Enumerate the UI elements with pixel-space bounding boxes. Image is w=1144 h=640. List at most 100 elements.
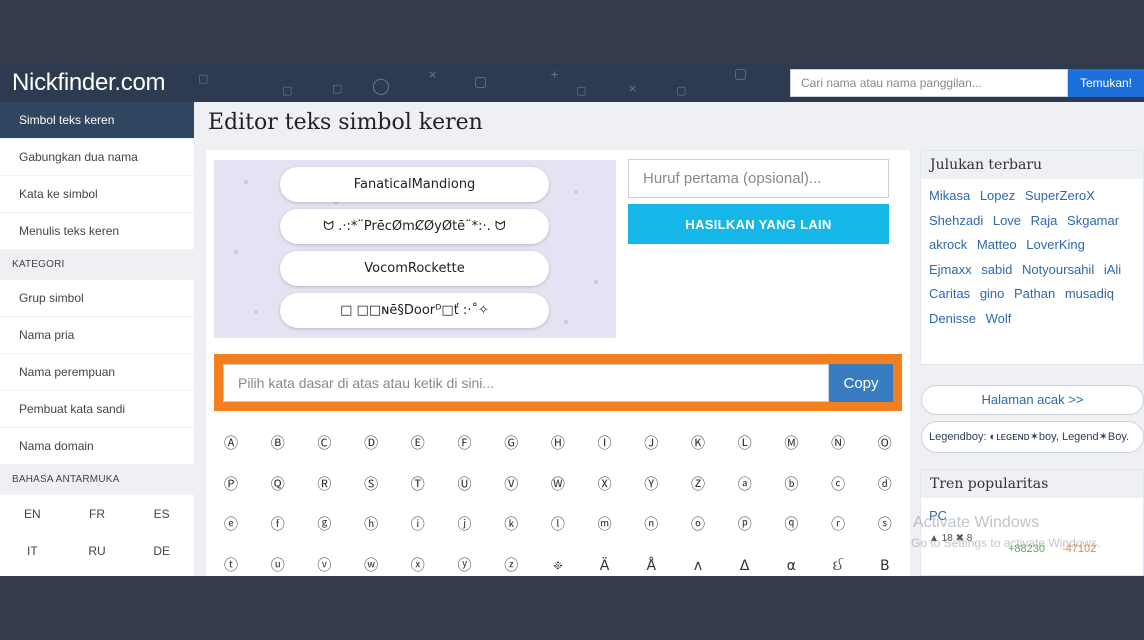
symbol-button[interactable]: ⓞ [675,505,721,545]
symbol-button[interactable]: Ⓩ [675,465,721,505]
symbol-button[interactable]: ⓡ [815,505,861,545]
copy-button[interactable]: Copy [829,364,893,402]
symbol-button[interactable]: Ⓤ [442,465,488,505]
symbol-button[interactable]: Ⓛ [722,424,768,464]
language-link-fr[interactable]: FR [65,507,130,521]
symbol-button[interactable]: Ⓑ [255,424,301,464]
symbol-button[interactable]: Ⓗ [535,424,581,464]
recent-nick-link[interactable]: Raja [1031,213,1058,228]
recent-nick-link[interactable]: iAli [1104,262,1121,277]
language-link-es[interactable]: ES [129,507,194,521]
sidebar-item-combine-names[interactable]: Gabungkan dua nama [0,139,194,176]
symbol-button[interactable]: Β [862,546,908,577]
recent-nick-link[interactable]: Matteo [977,237,1017,252]
symbol-button[interactable]: ⓤ [255,546,301,577]
symbol-button[interactable]: ⓠ [768,505,814,545]
sidebar-item-female-names[interactable]: Nama perempuan [0,354,194,391]
recent-nick-link[interactable]: akrock [929,237,967,252]
symbol-button[interactable]: Ⓣ [395,465,441,505]
symbol-button[interactable]: ⓓ [862,465,908,505]
recent-nick-link[interactable]: SuperZeroX [1025,188,1095,203]
symbol-button[interactable]: Ⓦ [535,465,581,505]
symbol-button[interactable]: ⓔ [208,505,254,545]
text-editor-input[interactable]: Pilih kata dasar di atas atau ketik di s… [223,364,829,402]
symbol-button[interactable]: ⓖ [301,505,347,545]
recent-nick-link[interactable]: Skgamar [1067,213,1119,228]
symbol-button[interactable]: Ⓕ [442,424,488,464]
search-button[interactable]: Temukan! [1068,69,1144,97]
recent-nick-link[interactable]: Wolf [986,311,1012,326]
generated-nick-option[interactable]: VocomRockette [280,251,549,286]
symbol-button[interactable]: ⓑ [768,465,814,505]
featured-nick-button[interactable]: Legendboy: ◐ʟᴇɢᴇɴᴅ✶boy, Legend✶Boy. [921,421,1144,453]
recent-nick-link[interactable]: Love [993,213,1021,228]
symbol-button[interactable]: Ⓠ [255,465,301,505]
generated-nick-option[interactable]: ᗢ .·:*¨PrēcØmȻØyØtē¨*:·. ᗢ [280,209,549,244]
sidebar-item-symbol-groups[interactable]: Grup simbol [0,280,194,317]
symbol-button[interactable]: ʌ [675,546,721,577]
random-page-button[interactable]: Halaman acak >> [921,385,1144,415]
symbol-button[interactable]: ⓥ [301,546,347,577]
symbol-button[interactable]: Ⓐ [208,424,254,464]
sidebar-item-password-generator[interactable]: Pembuat kata sandi [0,391,194,428]
symbol-button[interactable]: Ⓙ [628,424,674,464]
recent-nick-link[interactable]: Lopez [980,188,1015,203]
generated-nick-option[interactable]: FanaticalMandiong [280,167,549,202]
sidebar-item-cool-symbols[interactable]: Simbol teks keren [0,102,194,139]
symbol-button[interactable]: ⓦ [348,546,394,577]
symbol-button[interactable]: ⓚ [488,505,534,545]
symbol-button[interactable]: Ⓒ [301,424,347,464]
site-logo[interactable]: Nickfinder.com [12,69,165,97]
symbol-button[interactable]: Ⓖ [488,424,534,464]
symbol-button[interactable]: Ⓧ [582,465,628,505]
symbol-button[interactable]: ⓕ [255,505,301,545]
symbol-button[interactable]: Ⓢ [348,465,394,505]
symbol-button[interactable]: Ⓚ [675,424,721,464]
language-link-de[interactable]: DE [129,544,194,558]
recent-nick-link[interactable]: Notyoursahil [1022,262,1094,277]
sidebar-item-domain-names[interactable]: Nama domain [0,428,194,465]
recent-nick-link[interactable]: Mikasa [929,188,970,203]
symbol-button[interactable]: ⓟ [722,505,768,545]
symbol-button[interactable]: Ⓜ [768,424,814,464]
symbol-button[interactable]: Ⓝ [815,424,861,464]
symbol-button[interactable]: ⓢ [862,505,908,545]
symbol-button[interactable]: Ⓡ [301,465,347,505]
recent-nick-link[interactable]: musadiq [1065,286,1114,301]
generated-nick-option[interactable]: □ □□ɴē§Doorᴰ□ť :·˚✧ [280,293,549,328]
symbol-button[interactable]: ⓛ [535,505,581,545]
symbol-button[interactable]: ⓒ [815,465,861,505]
sidebar-item-write-cool-text[interactable]: Menulis teks keren [0,213,194,250]
symbol-button[interactable]: ⓣ [208,546,254,577]
search-input[interactable]: Cari nama atau nama panggilan... [790,69,1068,97]
generate-more-button[interactable]: HASILKAN YANG LAIN [628,204,889,244]
symbol-button[interactable]: Ä [582,546,628,577]
recent-nick-link[interactable]: Caritas [929,286,970,301]
symbol-button[interactable]: ⓗ [348,505,394,545]
language-link-ru[interactable]: RU [65,544,130,558]
language-link-en[interactable]: EN [0,507,65,521]
symbol-button[interactable]: ⓜ [582,505,628,545]
sidebar-item-male-names[interactable]: Nama pria [0,317,194,354]
symbol-button[interactable]: ⓝ [628,505,674,545]
recent-nick-link[interactable]: Denisse [929,311,976,326]
recent-nick-link[interactable]: LoverKing [1026,237,1085,252]
symbol-button[interactable]: Ⓘ [582,424,628,464]
symbol-button[interactable]: ⓧ [395,546,441,577]
symbol-button[interactable]: Å [628,546,674,577]
symbol-button[interactable]: Ⓞ [862,424,908,464]
recent-nick-link[interactable]: sabid [981,262,1012,277]
symbol-button[interactable]: Ⓓ [348,424,394,464]
sidebar-item-word-to-symbol[interactable]: Kata ke simbol [0,176,194,213]
recent-nick-link[interactable]: Ejmaxx [929,262,972,277]
symbol-button[interactable]: ⓐ [722,465,768,505]
symbol-button[interactable]: Ⓟ [208,465,254,505]
symbol-button[interactable]: Ⓨ [628,465,674,505]
symbol-button[interactable]: ઈ [815,546,861,577]
first-letter-input[interactable]: Huruf pertama (opsional)... [628,159,889,198]
symbol-button[interactable]: Ⓔ [395,424,441,464]
symbol-button[interactable]: ⓨ [442,546,488,577]
symbol-button[interactable]: ⓩ [488,546,534,577]
symbol-button[interactable]: α [768,546,814,577]
recent-nick-link[interactable]: Pathan [1014,286,1055,301]
